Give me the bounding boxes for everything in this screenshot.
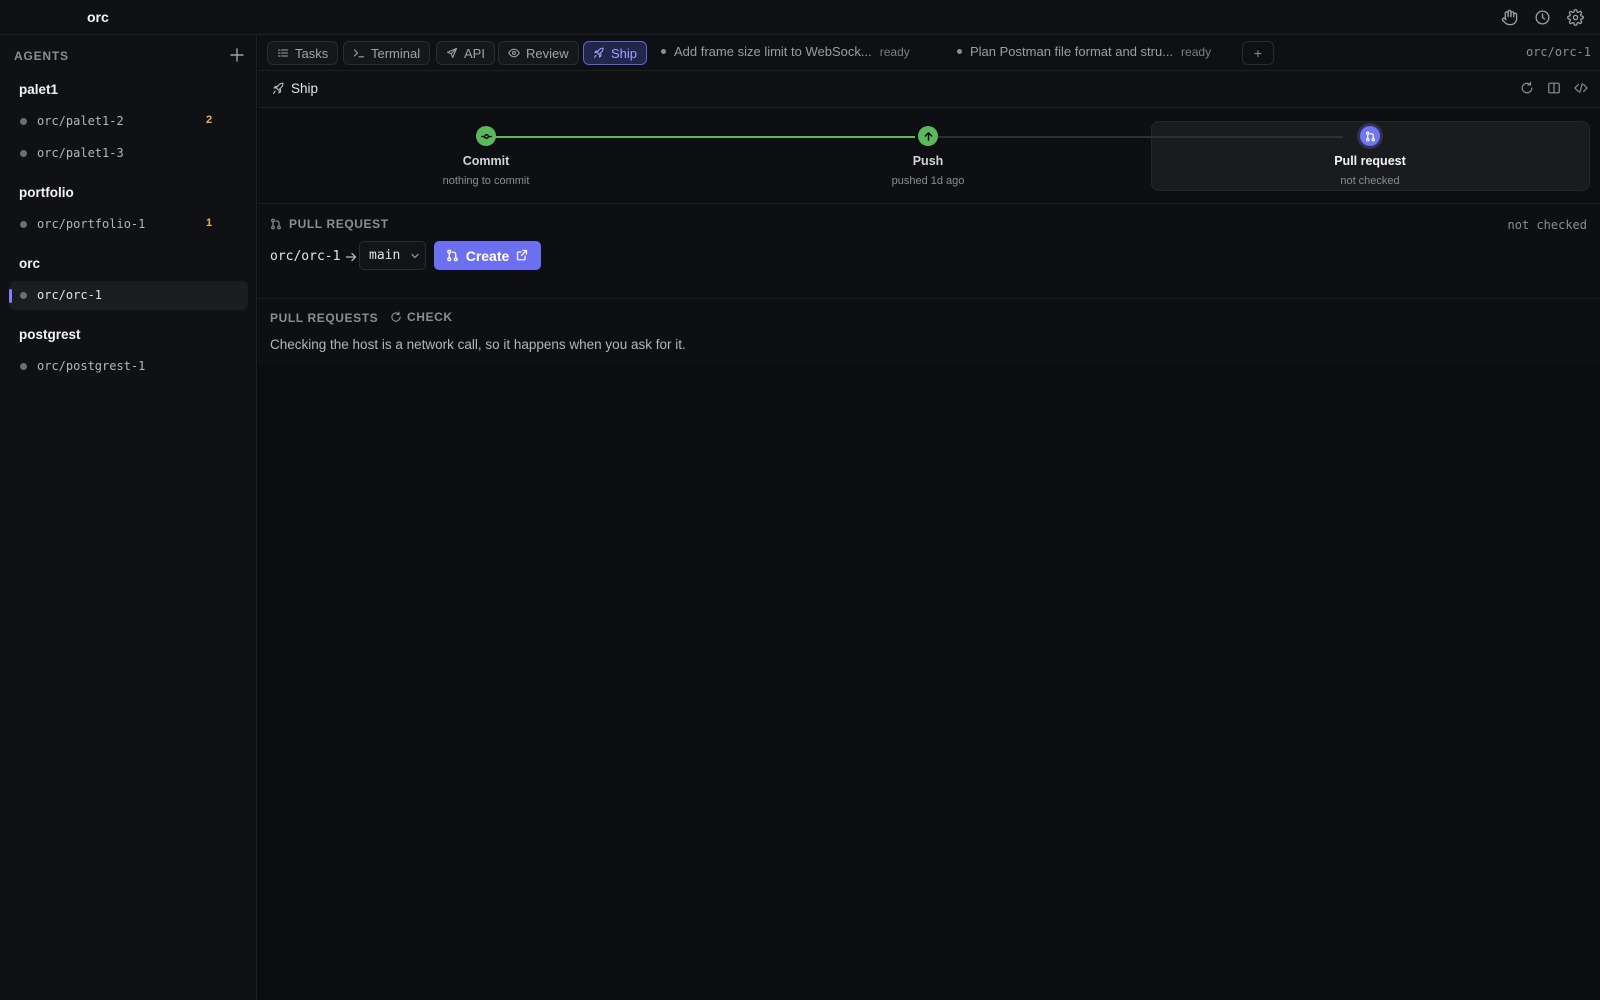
task-title: Add frame size limit to WebSock...: [674, 44, 872, 59]
stage-title-commit: Commit: [462, 154, 510, 168]
app-title: orc: [87, 9, 109, 25]
pull-request-status: not checked: [1507, 218, 1587, 232]
pull-request-section: PULL REQUEST not checked orc/orc-1 main …: [258, 204, 1600, 299]
ship-header-icons: [1520, 81, 1588, 95]
agent-item-postgrest-1[interactable]: orc/postgrest-1: [9, 352, 248, 381]
tab-api[interactable]: API: [436, 41, 495, 65]
task-tab-frame-size[interactable]: Add frame size limit to WebSock... ready: [661, 44, 910, 59]
agent-status-dot: [20, 118, 27, 125]
stage-subtitle-commit: nothing to commit: [442, 175, 530, 187]
agent-item-palet1-3[interactable]: orc/palet1-3: [9, 139, 248, 168]
tab-review[interactable]: Review: [498, 41, 579, 65]
agent-label: orc/portfolio-1: [37, 217, 146, 231]
target-branch-select[interactable]: main: [359, 241, 426, 270]
tab-label: Ship: [611, 45, 638, 61]
agent-status-dot: [20, 150, 27, 157]
main-content-empty-area: [258, 365, 1600, 1000]
task-title: Plan Postman file format and stru...: [970, 44, 1174, 59]
tab-terminal[interactable]: Terminal: [343, 41, 431, 65]
task-status-dot: [957, 49, 962, 54]
hand-icon[interactable]: [1501, 9, 1518, 26]
agent-badge: 1: [206, 217, 213, 229]
rocket-icon: [593, 47, 605, 59]
current-branch-label: orc/orc-1: [1525, 45, 1591, 59]
agent-status-dot: [20, 363, 27, 370]
pull-requests-section: PULL REQUESTS CHECK Checking the host is…: [258, 299, 1600, 365]
pull-request-header: PULL REQUEST: [270, 217, 389, 231]
agents-sidebar: AGENTS palet1 orc/palet1-2 2 orc/palet1-…: [0, 35, 257, 1000]
top-bar: orc: [0, 0, 1600, 35]
group-title-portfolio: portfolio: [19, 185, 74, 200]
group-title-palet1: palet1: [19, 82, 59, 97]
add-agent-icon[interactable]: [229, 47, 245, 63]
ship-title-text: Ship: [291, 81, 319, 96]
task-status: ready: [879, 44, 910, 59]
pipeline-line-pending: [923, 136, 1343, 138]
agent-badge: 2: [206, 114, 213, 126]
commit-node-icon: [476, 126, 496, 146]
ship-pipeline: Commit nothing to commit Push pushed 1d …: [258, 108, 1600, 204]
tab-ship[interactable]: Ship: [583, 41, 648, 65]
agent-label: orc/palet1-3: [37, 146, 124, 160]
target-branch-value: main: [369, 248, 401, 263]
pr-source-branch: orc/orc-1: [270, 249, 341, 264]
create-pr-button[interactable]: Create: [434, 241, 541, 270]
code-icon[interactable]: [1574, 81, 1588, 95]
tab-label: Review: [526, 45, 569, 61]
stage-subtitle-pull-request: not checked: [1340, 175, 1400, 187]
external-link-icon: [516, 249, 529, 262]
tab-label: Terminal: [371, 45, 421, 61]
task-status: ready: [1181, 44, 1212, 59]
refresh-icon[interactable]: [1520, 81, 1534, 95]
tab-bar: Tasks Terminal API Review Ship Add frame…: [258, 35, 1600, 71]
agent-label: orc/palet1-2: [37, 114, 124, 128]
stage-subtitle-push: pushed 1d ago: [891, 175, 965, 187]
split-view-icon[interactable]: [1547, 81, 1561, 95]
rocket-icon: [272, 82, 285, 95]
task-tab-postman-plan[interactable]: Plan Postman file format and stru... rea…: [957, 44, 1211, 59]
group-title-orc: orc: [19, 256, 41, 271]
pipeline-line-done: [486, 136, 915, 138]
agents-header: AGENTS: [14, 49, 69, 63]
ship-header: Ship: [258, 71, 1600, 108]
agent-label: orc/orc-1: [37, 288, 103, 302]
pull-request-header-text: PULL REQUEST: [289, 217, 389, 231]
add-tab-button[interactable]: +: [1242, 41, 1274, 65]
chevron-down-icon: [410, 251, 420, 261]
pull-requests-message: Checking the host is a network call, so …: [270, 337, 686, 352]
refresh-icon: [390, 311, 402, 323]
pull-request-node-icon: [1360, 126, 1380, 146]
agent-status-dot: [20, 221, 27, 228]
agent-label: orc/postgrest-1: [37, 359, 146, 373]
stage-title-pull-request: Pull request: [1334, 154, 1406, 168]
add-tab-label: +: [1253, 45, 1263, 61]
stage-title-push: Push: [912, 154, 944, 168]
push-node-icon: [918, 126, 938, 146]
history-icon[interactable]: [1534, 9, 1551, 26]
check-button-label: CHECK: [407, 310, 453, 324]
tab-label: API: [464, 45, 485, 61]
ship-title: Ship: [272, 81, 318, 96]
list-icon: [277, 47, 289, 59]
agent-item-orc-1[interactable]: orc/orc-1: [9, 281, 248, 310]
pull-requests-header: PULL REQUESTS: [270, 311, 379, 325]
terminal-icon: [353, 47, 365, 59]
top-bar-icons: [1501, 9, 1584, 26]
task-status-dot: [661, 49, 666, 54]
create-pr-label: Create: [465, 247, 510, 264]
git-pull-request-icon: [270, 218, 282, 230]
settings-icon[interactable]: [1567, 9, 1584, 26]
git-pull-request-icon: [446, 249, 459, 262]
agent-item-palet1-2[interactable]: orc/palet1-2 2: [9, 107, 248, 136]
group-title-postgrest: postgrest: [19, 327, 81, 342]
agent-item-portfolio-1[interactable]: orc/portfolio-1 1: [9, 210, 248, 239]
tab-label: Tasks: [295, 45, 329, 61]
eye-icon: [508, 47, 520, 59]
send-icon: [446, 47, 458, 59]
check-button[interactable]: CHECK: [390, 310, 453, 324]
pr-source: orc/orc-1: [270, 249, 357, 264]
tab-tasks[interactable]: Tasks: [267, 41, 339, 65]
arrow-right-icon: [345, 251, 357, 263]
agent-status-dot: [20, 292, 27, 299]
